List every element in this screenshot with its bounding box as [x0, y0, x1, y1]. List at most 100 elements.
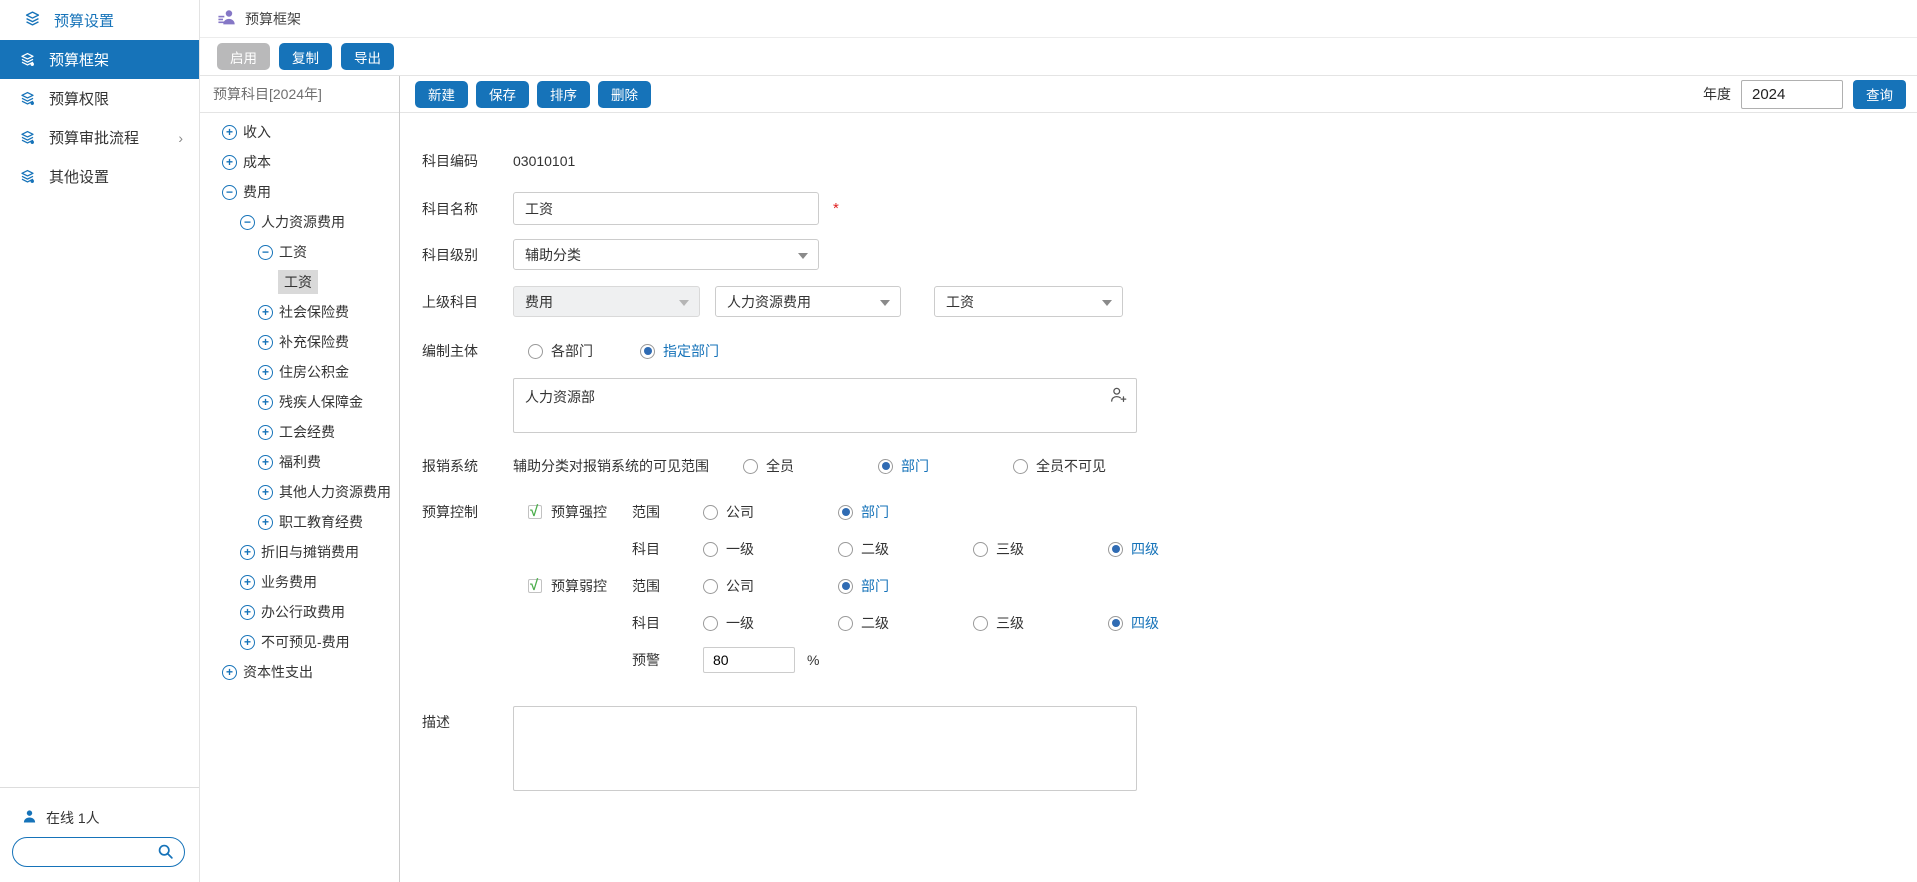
parent-subject-select-level3[interactable]: 工资 — [934, 286, 1123, 317]
radio-option-level2[interactable]: 二级 — [838, 613, 973, 633]
enable-button[interactable]: 启用 — [217, 43, 270, 70]
owner-row: 编制主体 各部门 指定部门 — [422, 341, 1917, 361]
department-box-row: 人力资源部 — [422, 378, 1917, 433]
expand-plus-icon[interactable] — [258, 305, 273, 320]
expand-plus-icon[interactable] — [222, 155, 237, 170]
sort-button[interactable]: 排序 — [537, 81, 590, 108]
copy-button[interactable]: 复制 — [279, 43, 332, 70]
parent-subject-select-level2[interactable]: 人力资源费用 — [715, 286, 901, 317]
radio-option-everyone[interactable]: 全员 — [743, 456, 878, 476]
tree-item[interactable]: 社会保险费 — [200, 297, 399, 327]
strong-control-checkbox[interactable]: 预算强控 — [513, 502, 632, 522]
radio-icon — [703, 505, 718, 520]
tree-item[interactable]: 资本性支出 — [200, 657, 399, 687]
tree-panel-title: 预算科目[2024年] — [200, 76, 399, 113]
expand-plus-icon[interactable] — [258, 485, 273, 500]
sidebar-item-budget-framework[interactable]: 预算框架 — [0, 40, 199, 79]
sidebar-item-label: 预算框架 — [49, 49, 109, 70]
expand-plus-icon[interactable] — [240, 635, 255, 650]
subject-level-select[interactable]: 辅助分类 — [513, 239, 819, 270]
radio-option-invisible-to-all[interactable]: 全员不可见 — [1013, 456, 1106, 476]
expand-plus-icon[interactable] — [258, 515, 273, 530]
radio-option-designated-department[interactable]: 指定部门 — [640, 341, 719, 361]
search-icon[interactable] — [157, 843, 174, 865]
radio-option-level3[interactable]: 三级 — [973, 539, 1108, 559]
tree-item[interactable]: 住房公积金 — [200, 357, 399, 387]
warn-threshold-row: 预警 % — [422, 647, 1917, 673]
subject-tree: 收入 成本 费用 人力资源费用 工资 工资 社会保险费 补充保险费 住房公积金 … — [200, 113, 399, 882]
radio-option-each-department[interactable]: 各部门 — [513, 341, 640, 361]
add-user-icon[interactable] — [1109, 386, 1127, 407]
tree-item[interactable]: 人力资源费用 — [200, 207, 399, 237]
tree-item-selected[interactable]: 工资 — [200, 267, 399, 297]
tree-item[interactable]: 折旧与摊销费用 — [200, 537, 399, 567]
radio-option-level3[interactable]: 三级 — [973, 613, 1108, 633]
radio-option-department[interactable]: 部门 — [878, 456, 1013, 476]
sidebar-item-budget-permission[interactable]: 预算权限 — [0, 79, 199, 118]
tree-item[interactable]: 成本 — [200, 147, 399, 177]
radio-option-department[interactable]: 部门 — [838, 502, 889, 522]
online-status: 在线 1人 — [12, 808, 185, 828]
strong-control-subject-row: 科目 一级 二级 三级 — [422, 540, 1917, 558]
reimburse-hint: 辅助分类对报销系统的可见范围 — [513, 456, 743, 476]
radio-icon — [973, 616, 988, 631]
subject-tree-panel: 预算科目[2024年] 收入 成本 费用 人力资源费用 工资 工资 社会保险费 … — [200, 76, 400, 882]
radio-option-company[interactable]: 公司 — [703, 576, 838, 596]
tree-item[interactable]: 工会经费 — [200, 417, 399, 447]
collapse-minus-icon[interactable] — [222, 185, 237, 200]
expand-plus-icon[interactable] — [222, 125, 237, 140]
tree-item[interactable]: 办公行政费用 — [200, 597, 399, 627]
radio-option-level1[interactable]: 一级 — [703, 539, 838, 559]
expand-plus-icon[interactable] — [258, 455, 273, 470]
scope-label: 范围 — [632, 502, 703, 522]
delete-button[interactable]: 删除 — [598, 81, 651, 108]
department-value: 人力资源部 — [525, 389, 595, 405]
department-box[interactable]: 人力资源部 — [513, 378, 1137, 433]
expand-plus-icon[interactable] — [258, 425, 273, 440]
subject-name-label: 科目名称 — [422, 199, 513, 219]
radio-option-level4[interactable]: 四级 — [1108, 539, 1159, 559]
radio-option-level1[interactable]: 一级 — [703, 613, 838, 633]
tree-item[interactable]: 不可预见-费用 — [200, 627, 399, 657]
warn-threshold-input[interactable] — [703, 647, 795, 673]
radio-icon — [973, 542, 988, 557]
tree-item[interactable]: 残疾人保障金 — [200, 387, 399, 417]
radio-selected-icon — [640, 344, 655, 359]
export-button[interactable]: 导出 — [341, 43, 394, 70]
tree-item[interactable]: 补充保险费 — [200, 327, 399, 357]
collapse-minus-icon[interactable] — [258, 245, 273, 260]
tree-item[interactable]: 职工教育经费 — [200, 507, 399, 537]
query-button[interactable]: 查询 — [1853, 80, 1906, 109]
year-input[interactable] — [1741, 80, 1843, 109]
sidebar-header-budget-settings[interactable]: 预算设置 — [0, 0, 199, 40]
new-button[interactable]: 新建 — [415, 81, 468, 108]
radio-option-department[interactable]: 部门 — [838, 576, 889, 596]
weak-control-checkbox[interactable]: 预算弱控 — [513, 576, 632, 596]
radio-option-level2[interactable]: 二级 — [838, 539, 973, 559]
radio-option-level4[interactable]: 四级 — [1108, 613, 1159, 633]
radio-option-company[interactable]: 公司 — [703, 502, 838, 522]
radio-selected-icon — [1108, 616, 1123, 631]
save-button[interactable]: 保存 — [476, 81, 529, 108]
tree-item[interactable]: 业务费用 — [200, 567, 399, 597]
tree-item[interactable]: 工资 — [200, 237, 399, 267]
collapse-minus-icon[interactable] — [240, 215, 255, 230]
expand-plus-icon[interactable] — [258, 365, 273, 380]
expand-plus-icon[interactable] — [258, 335, 273, 350]
expand-plus-icon[interactable] — [240, 575, 255, 590]
tree-item[interactable]: 其他人力资源费用 — [200, 477, 399, 507]
tree-item[interactable]: 收入 — [200, 117, 399, 147]
expand-plus-icon[interactable] — [240, 605, 255, 620]
radio-icon — [703, 542, 718, 557]
expand-plus-icon[interactable] — [240, 545, 255, 560]
coins-stack-icon — [19, 90, 36, 107]
sidebar-item-other-settings[interactable]: 其他设置 — [0, 157, 199, 196]
description-row: 描述 — [422, 706, 1917, 791]
sidebar-item-budget-approval-flow[interactable]: 预算审批流程 › — [0, 118, 199, 157]
description-textarea[interactable] — [513, 706, 1137, 791]
expand-plus-icon[interactable] — [222, 665, 237, 680]
subject-name-input[interactable] — [513, 192, 819, 225]
expand-plus-icon[interactable] — [258, 395, 273, 410]
tree-item[interactable]: 费用 — [200, 177, 399, 207]
tree-item[interactable]: 福利费 — [200, 447, 399, 477]
